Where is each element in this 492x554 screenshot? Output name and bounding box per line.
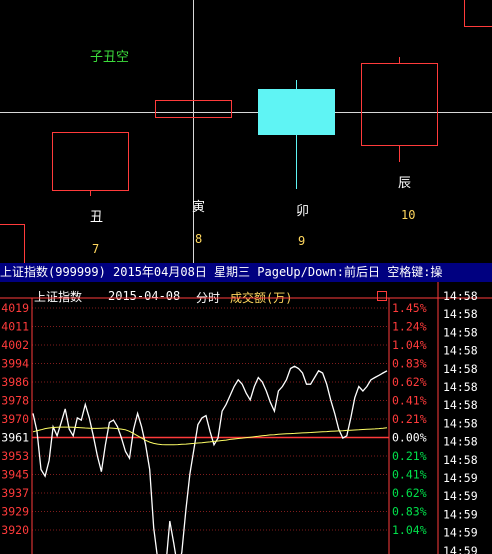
- y-axis-label: 3937: [1, 486, 29, 500]
- branch-number-mao: 9: [298, 234, 306, 248]
- time-label: 14:58: [443, 362, 478, 376]
- pct-axis-label: 0.41%: [392, 468, 427, 482]
- chart-plot: 4019 1.45% 4011 1.24% 4002 1.04% 3994 0.83% 3986…: [0, 282, 492, 554]
- time-label: 14:58: [443, 289, 478, 303]
- pct-axis-label: 0.21%: [392, 412, 427, 426]
- y-axis-label: 3945: [1, 468, 29, 482]
- pct-axis-label: 0.21%: [392, 449, 427, 463]
- time-label: 14:59: [443, 471, 478, 485]
- branch-number-chen: 10: [401, 208, 416, 222]
- kline-panel[interactable]: 子丑空 丑 7 寅 8 卯 9 辰 10: [0, 0, 492, 263]
- branch-label-yin: 寅: [192, 200, 206, 215]
- time-label: 14:58: [443, 416, 478, 430]
- y-axis-label: 3920: [1, 523, 29, 537]
- time-label: 14:58: [443, 398, 478, 412]
- y-axis-label: 4011: [1, 320, 29, 334]
- time-label: 14:59: [443, 544, 478, 554]
- y-axis-label: 4002: [1, 338, 29, 352]
- time-label: 14:59: [443, 507, 478, 521]
- candle-yin[interactable]: [155, 100, 232, 118]
- y-axis-label: 3970: [1, 412, 29, 426]
- pct-axis-label: 1.45%: [392, 301, 427, 315]
- time-label: 14:59: [443, 489, 478, 503]
- branch-number-yin: 8: [195, 232, 203, 246]
- y-axis-label: 3994: [1, 357, 29, 371]
- y-axis-label: 3953: [1, 449, 29, 463]
- time-label: 14:58: [443, 453, 478, 467]
- pct-axis-label: 0.62%: [392, 486, 427, 500]
- pct-axis-label: 1.04%: [392, 523, 427, 537]
- y-axis-label: 4019: [1, 301, 29, 315]
- y-axis-label: 3961: [1, 431, 29, 445]
- branch-label-chen: 辰: [398, 176, 412, 191]
- pct-axis-label: 0.00%: [392, 431, 427, 445]
- pct-axis-label: 1.24%: [392, 320, 427, 334]
- candle-far-right[interactable]: [464, 0, 492, 27]
- pct-axis-label: 0.62%: [392, 375, 427, 389]
- branch-number-chou: 7: [92, 242, 100, 256]
- price-line: [32, 365, 388, 554]
- time-label: 14:58: [443, 435, 478, 449]
- time-label: 14:58: [443, 380, 478, 394]
- candle-mao-wick-bottom: [296, 135, 297, 189]
- y-axis-label: 3978: [1, 394, 29, 408]
- minute-chart[interactable]: 上证指数 2015-04-08 分时 成交额(万) 4019 1.45% 4011 1…: [0, 282, 492, 554]
- pct-axis-label: 0.41%: [392, 394, 427, 408]
- y-axis-label: 3929: [1, 505, 29, 519]
- candle-chen-wick-bottom: [399, 146, 400, 162]
- time-label: 14:58: [443, 325, 478, 339]
- candle-chen[interactable]: [361, 63, 438, 146]
- pct-axis-label: 1.04%: [392, 338, 427, 352]
- indicator-label: 子丑空: [90, 50, 130, 65]
- time-label: 14:58: [443, 344, 478, 358]
- candle-far-left[interactable]: [0, 224, 25, 263]
- time-label: 14:59: [443, 526, 478, 540]
- time-label: 14:58: [443, 307, 478, 321]
- candle-chou[interactable]: [52, 132, 129, 191]
- candle-mao[interactable]: [258, 89, 335, 135]
- branch-label-chou: 丑: [90, 210, 104, 225]
- y-axis-label: 3986: [1, 375, 29, 389]
- branch-label-mao: 卯: [296, 204, 310, 219]
- crosshair-vertical: [193, 0, 194, 263]
- pct-axis-label: 0.83%: [392, 505, 427, 519]
- title-bar: 上证指数(999999) 2015年04月08日 星期三 PageUp/Down…: [0, 263, 492, 282]
- pct-axis-label: 0.83%: [392, 357, 427, 371]
